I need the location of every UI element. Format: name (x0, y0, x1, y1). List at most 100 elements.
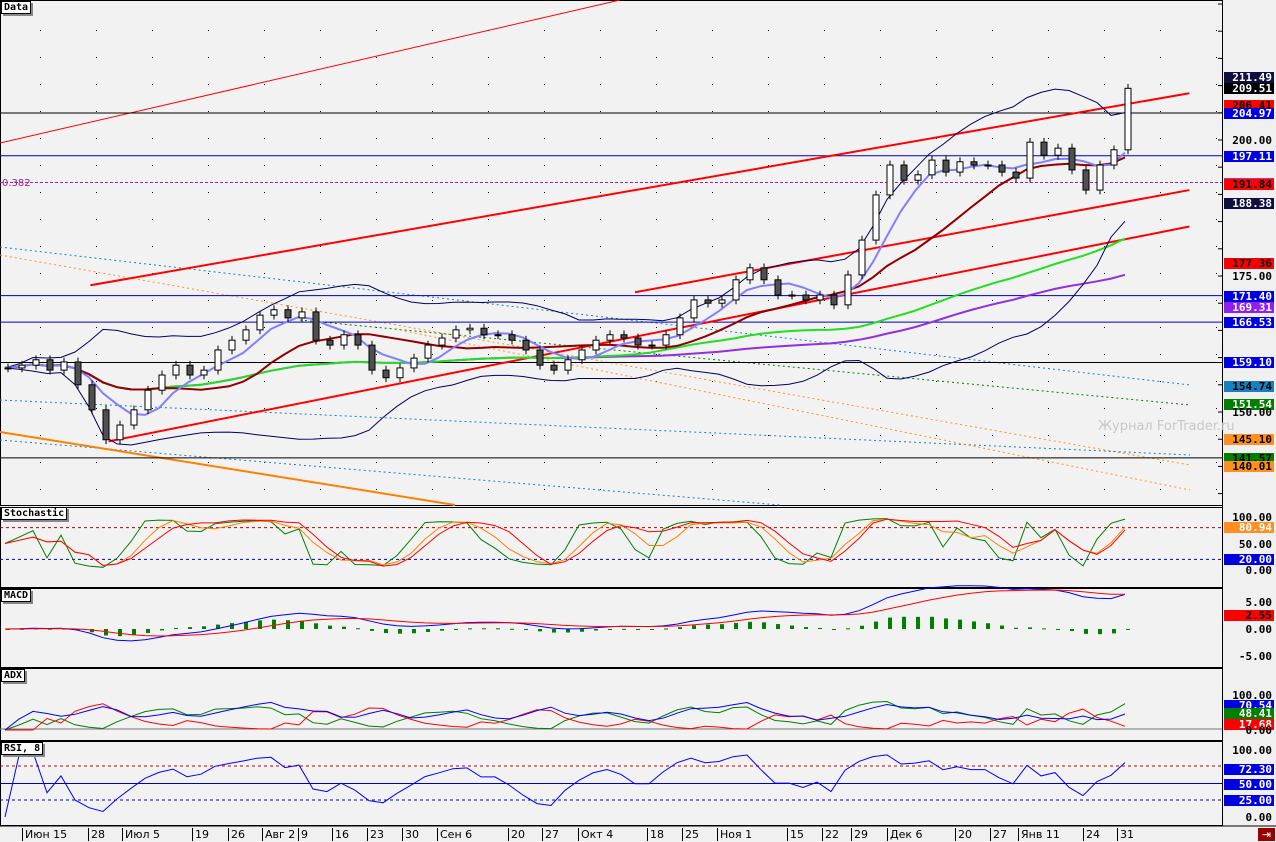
grid-dot (320, 408, 321, 409)
grid-dot (712, 273, 713, 274)
macd-histogram-bar (580, 629, 584, 632)
grid-dot (600, 435, 601, 436)
grid-dot (1160, 327, 1161, 328)
time-axis-label: Ноя 1 (717, 828, 752, 841)
grid-dot (1216, 354, 1217, 355)
grid-dot (600, 165, 601, 166)
macd-histogram-bar (846, 628, 850, 630)
grid-dot (1048, 111, 1049, 112)
macd-histogram-bar (790, 625, 794, 629)
grid-dot (936, 489, 937, 490)
bull-candle (746, 267, 754, 281)
time-axis-label: 18 (647, 828, 664, 841)
grid-dot (656, 30, 657, 31)
grid-dot (824, 489, 825, 490)
grid-dot (152, 354, 153, 355)
bull-candle (886, 164, 894, 196)
grid-dot (544, 111, 545, 112)
grid-dot (544, 300, 545, 301)
fib-level-label: 0.382 (2, 178, 31, 189)
grid-dot (824, 219, 825, 220)
grid-dot (488, 246, 489, 247)
grid-dot (544, 246, 545, 247)
bull-candle (270, 309, 278, 316)
bull-candle (928, 159, 936, 176)
grid-dot (320, 381, 321, 382)
panel-frame (0, 588, 1223, 668)
grid-dot (376, 354, 377, 355)
grid-dot (600, 381, 601, 382)
macd-histogram-bar (720, 624, 724, 629)
price-axis-label: 150.00 (1232, 406, 1272, 419)
grid-dot (880, 273, 881, 274)
macd-histogram-bar (440, 629, 444, 631)
chart-canvas[interactable] (0, 0, 1276, 842)
grid-dot (320, 192, 321, 193)
grid-dot (1160, 57, 1161, 58)
grid-dot (96, 138, 97, 139)
grid-dot (1048, 219, 1049, 220)
grid-dot (152, 327, 153, 328)
grid-dot (880, 327, 881, 328)
grid-dot (824, 300, 825, 301)
bull-candle (676, 317, 684, 336)
grid-dot (1216, 192, 1217, 193)
grid-dot (880, 462, 881, 463)
grid-dot (1160, 30, 1161, 31)
bear-candle (802, 294, 810, 301)
grid-dot (40, 327, 41, 328)
grid-dot (376, 300, 377, 301)
bear-candle (382, 369, 390, 379)
grid-dot (432, 408, 433, 409)
panel-frame (0, 507, 1223, 588)
rsi-axis-label: 100.00 (1232, 744, 1272, 757)
grid-dot (488, 192, 489, 193)
macd-histogram-bar (174, 628, 178, 630)
macd-histogram-bar (482, 628, 486, 630)
scroll-to-end-button[interactable]: ⇥ (1258, 828, 1275, 841)
grid-dot (96, 111, 97, 112)
grid-dot (264, 84, 265, 85)
grid-dot (712, 111, 713, 112)
grid-dot (96, 327, 97, 328)
grid-dot (992, 408, 993, 409)
grid-dot (208, 273, 209, 274)
grid-dot (488, 165, 489, 166)
grid-dot (880, 111, 881, 112)
macd-axis-label: 5.00 (1245, 596, 1273, 609)
panel-frame (0, 668, 1223, 741)
grid-dot (488, 381, 489, 382)
grid-dot (824, 192, 825, 193)
grid-dot (96, 435, 97, 436)
grid-dot (96, 300, 97, 301)
grid-dot (1160, 300, 1161, 301)
bull-candle (606, 334, 614, 341)
grid-dot (208, 165, 209, 166)
grid-dot (880, 84, 881, 85)
grid-dot (488, 138, 489, 139)
macd-histogram-bar (776, 624, 780, 629)
grid-dot (1216, 111, 1217, 112)
macd-histogram-bar (930, 616, 934, 629)
grid-dot (376, 138, 377, 139)
macd-histogram-bar (1056, 628, 1060, 630)
grid-dot (40, 462, 41, 463)
macd-histogram-bar (1070, 629, 1074, 632)
grid-dot (376, 219, 377, 220)
grid-dot (992, 300, 993, 301)
grid-dot (880, 57, 881, 58)
grid-dot (488, 57, 489, 58)
time-axis-label: 24 (1083, 828, 1100, 841)
time-axis-label: 31 (1117, 828, 1134, 841)
grid-dot (320, 435, 321, 436)
grid-dot (824, 381, 825, 382)
grid-dot (320, 219, 321, 220)
macd-histogram-bar (804, 627, 808, 629)
grid-dot (96, 219, 97, 220)
grid-dot (936, 327, 937, 328)
grid-dot (1160, 219, 1161, 220)
bear-candle (942, 159, 950, 173)
grid-dot (320, 57, 321, 58)
grid-dot (40, 246, 41, 247)
grid-dot (96, 381, 97, 382)
